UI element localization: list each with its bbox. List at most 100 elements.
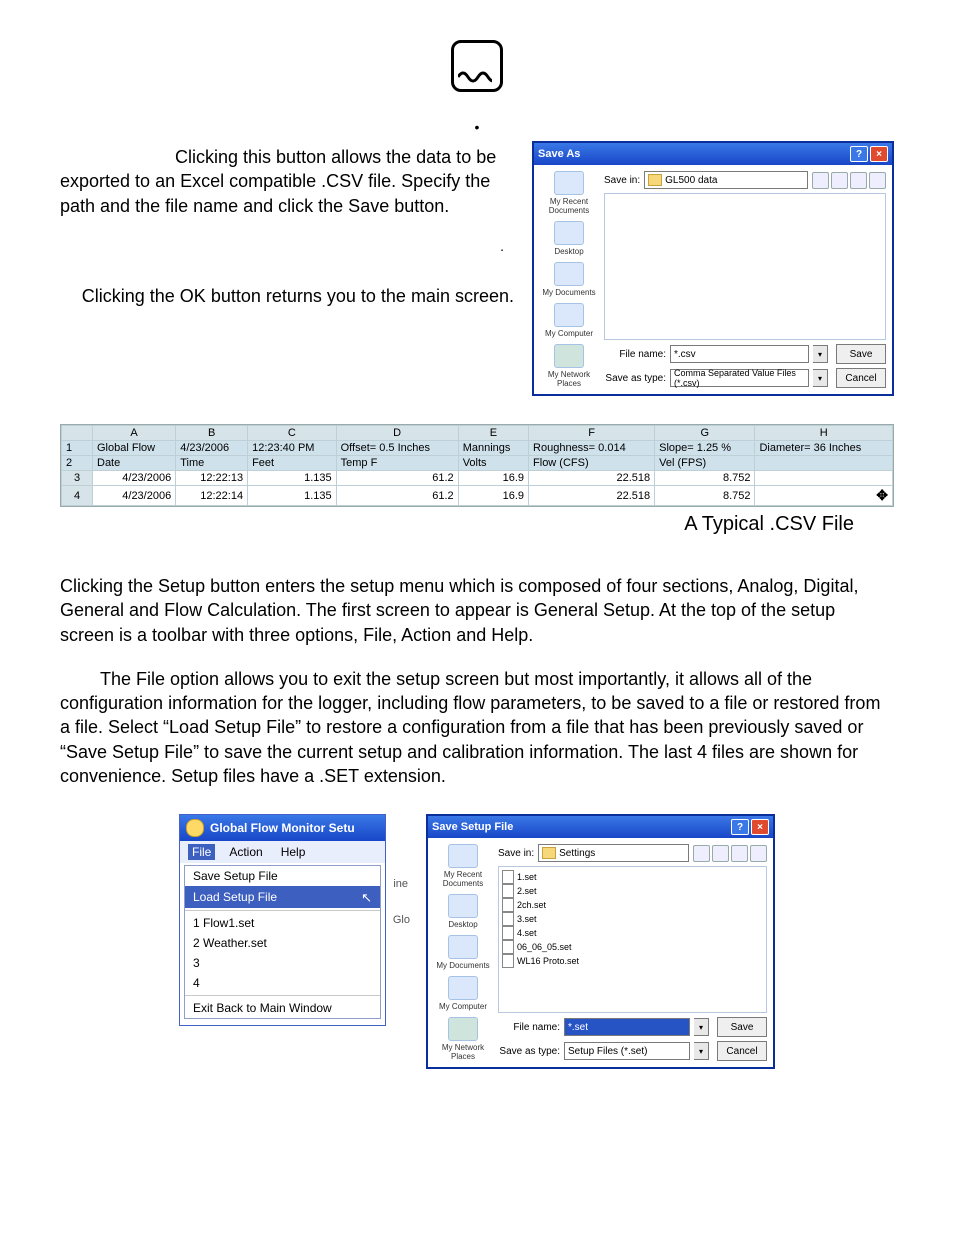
save-as-type-dropdown-icon[interactable]: ▾ (813, 369, 828, 387)
back-icon[interactable] (693, 845, 710, 862)
setup-menubar: File Action Help (180, 841, 385, 863)
help-icon[interactable]: ? (731, 819, 749, 835)
toolbar-nav-icons (812, 172, 886, 189)
file-name-dropdown-icon[interactable]: ▾ (813, 345, 828, 363)
toolbar-nav-icons-2 (693, 845, 767, 862)
col-D[interactable]: D (336, 426, 458, 441)
cancel-button-2[interactable]: Cancel (717, 1041, 767, 1061)
views-icon[interactable] (869, 172, 886, 189)
menu-load-setup[interactable]: Load Setup File ↖ (185, 886, 380, 908)
save-as-type-label: Save as type: (604, 373, 666, 384)
csv-preview: A B C D E F G H 1 Global Flow 4/23/2006 … (60, 424, 894, 507)
back-icon[interactable] (812, 172, 829, 189)
file-name-label-2: File name: (498, 1022, 560, 1033)
save-as-type-field[interactable]: Comma Separated Value Files (*.csv) (670, 369, 809, 387)
cancel-button[interactable]: Cancel (836, 368, 886, 388)
place-mycomp[interactable]: My Computer (439, 976, 487, 1011)
col-F[interactable]: F (529, 426, 655, 441)
save-setup-title: Save Setup File (432, 821, 513, 833)
menu-file[interactable]: File (188, 844, 215, 860)
menu-recent-2[interactable]: 2 Weather.set (185, 933, 380, 953)
place-desktop[interactable]: Desktop (554, 221, 584, 256)
menu-help[interactable]: Help (277, 844, 310, 860)
menu-recent-4[interactable]: 4 (185, 973, 380, 993)
file-name-label: File name: (604, 349, 666, 360)
csv-col-head: A B C D E F G H (62, 426, 893, 441)
file-icon (502, 898, 514, 912)
para-file-option: The File option allows you to exit the s… (60, 667, 894, 788)
csv-row-1: 1 Global Flow 4/23/2006 12:23:40 PM Offs… (62, 441, 893, 456)
place-network[interactable]: My Network Places (434, 1017, 492, 1061)
file-icon (502, 954, 514, 968)
edge-label-2: Glo (393, 914, 410, 926)
menu-recent-3[interactable]: 3 (185, 953, 380, 973)
save-button-2[interactable]: Save (717, 1017, 767, 1037)
col-G[interactable]: G (655, 426, 755, 441)
col-A[interactable]: A (93, 426, 176, 441)
file-icon (502, 926, 514, 940)
col-C[interactable]: C (248, 426, 337, 441)
save-as-type-label-2: Save as type: (498, 1046, 560, 1057)
save-in-label-2: Save in: (498, 848, 534, 859)
save-in-value-2: Settings (559, 848, 595, 859)
places-bar: My Recent Documents Desktop My Documents… (540, 171, 598, 388)
app-icon (186, 819, 204, 837)
file-icon (502, 870, 514, 884)
up-icon[interactable] (712, 845, 729, 862)
list-item[interactable]: 1.set (502, 870, 763, 884)
save-in-label: Save in: (604, 175, 640, 186)
csv-row-2: 2 Date Time Feet Temp F Volts Flow (CFS)… (62, 456, 893, 471)
setup-menu-window: Global Flow Monitor Setu File Action Hel… (179, 814, 386, 1026)
para-setup: Clicking the Setup button enters the set… (60, 574, 894, 647)
setup-menu-title: Global Flow Monitor Setu (210, 821, 355, 835)
place-mycomp[interactable]: My Computer (545, 303, 593, 338)
place-recent[interactable]: My Recent Documents (434, 844, 492, 888)
col-H[interactable]: H (755, 426, 893, 441)
save-in-combo-2[interactable]: Settings (538, 844, 689, 862)
save-as-dialog: Save As ? × My Recent Documents Desktop … (532, 141, 894, 396)
folder-icon (542, 847, 556, 859)
save-setup-titlebar[interactable]: Save Setup File ? × (428, 816, 773, 838)
list-item[interactable]: 3.set (502, 912, 763, 926)
close-icon[interactable]: × (751, 819, 769, 835)
place-recent[interactable]: My Recent Documents (540, 171, 598, 215)
save-as-type-dropdown-icon[interactable]: ▾ (694, 1042, 709, 1060)
file-list[interactable] (604, 193, 886, 340)
menu-recent-1[interactable]: 1 Flow1.set (185, 913, 380, 933)
list-item[interactable]: 2.set (502, 884, 763, 898)
file-list-2[interactable]: 1.set 2.set 2ch.set 3.set 4.set 06_06_05… (498, 866, 767, 1013)
file-name-field-2[interactable]: *.set (564, 1018, 690, 1036)
setup-menu-titlebar[interactable]: Global Flow Monitor Setu (180, 815, 385, 841)
menu-action[interactable]: Action (225, 844, 266, 860)
file-icon (502, 884, 514, 898)
csv-caption: A Typical .CSV File (60, 513, 854, 536)
close-icon[interactable]: × (870, 146, 888, 162)
col-B[interactable]: B (176, 426, 248, 441)
place-desktop[interactable]: Desktop (448, 894, 478, 929)
list-item[interactable]: 4.set (502, 926, 763, 940)
place-mydocs[interactable]: My Documents (436, 935, 489, 970)
folder-icon (648, 174, 662, 186)
list-item[interactable]: 2ch.set (502, 898, 763, 912)
up-icon[interactable] (831, 172, 848, 189)
place-mydocs[interactable]: My Documents (542, 262, 595, 297)
list-item[interactable]: 06_06_05.set (502, 940, 763, 954)
newfolder-icon[interactable] (731, 845, 748, 862)
mouse-cursor-icon: ↖ (361, 890, 372, 906)
file-name-dropdown-icon[interactable]: ▾ (694, 1018, 709, 1036)
save-in-value: GL500 data (665, 175, 717, 186)
col-E[interactable]: E (458, 426, 528, 441)
views-icon[interactable] (750, 845, 767, 862)
save-setup-dialog: Save Setup File ? × My Recent Documents … (426, 814, 775, 1069)
save-as-type-field-2[interactable]: Setup Files (*.set) (564, 1042, 690, 1060)
newfolder-icon[interactable] (850, 172, 867, 189)
menu-exit[interactable]: Exit Back to Main Window (185, 998, 380, 1018)
help-icon[interactable]: ? (850, 146, 868, 162)
file-name-field[interactable]: *.csv (670, 345, 809, 363)
list-item[interactable]: WL16 Proto.set (502, 954, 763, 968)
save-button[interactable]: Save (836, 344, 886, 364)
save-as-titlebar[interactable]: Save As ? × (534, 143, 892, 165)
place-network[interactable]: My Network Places (540, 344, 598, 388)
menu-save-setup[interactable]: Save Setup File (185, 866, 380, 886)
save-in-combo[interactable]: GL500 data (644, 171, 808, 189)
